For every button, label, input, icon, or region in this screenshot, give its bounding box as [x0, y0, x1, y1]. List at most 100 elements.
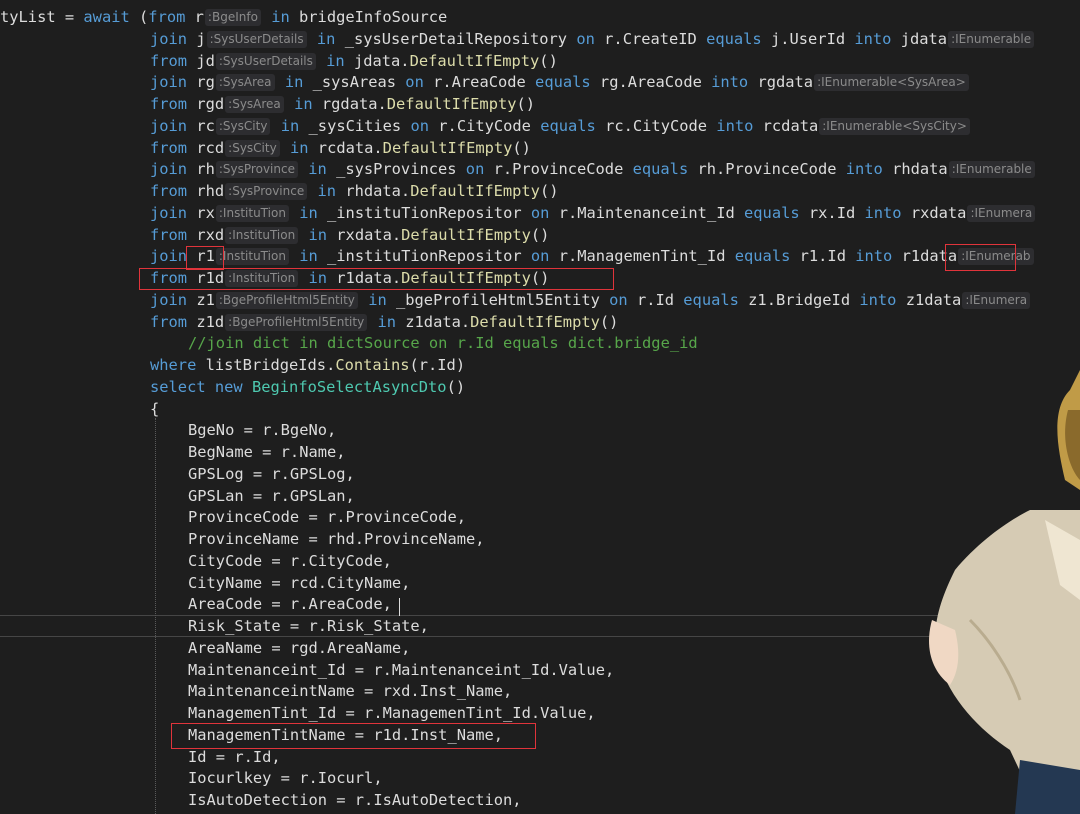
code-token: ManagemenTint_Id = r.ManagemenTint_Id.Va…	[188, 704, 596, 722]
code-token: in	[368, 290, 387, 309]
code-token: equals	[683, 290, 739, 309]
code-line[interactable]: Maintenanceint_Id = r.Maintenanceint_Id.…	[188, 659, 614, 681]
code-line[interactable]: //join dict in dictSource on r.Id equals…	[188, 332, 698, 354]
code-token: _sysUserDetailRepository	[335, 29, 577, 48]
inlay-type-hint: :IEnumerable	[948, 161, 1035, 179]
code-token: rh	[187, 160, 215, 179]
code-line[interactable]: CityName = rcd.CityName,	[188, 572, 410, 594]
inlay-type-hint: :BgeProfileHtml5Entity	[225, 313, 368, 331]
code-token: z1	[187, 290, 215, 309]
code-token: ()	[539, 51, 558, 70]
code-token: Iocurlkey = r.Iocurl,	[188, 769, 383, 788]
code-line[interactable]: from rgd:SysArea in rgdata.DefaultIfEmpt…	[150, 93, 535, 115]
inlay-type-hint: :IEnumera	[962, 291, 1031, 309]
code-token: (r.Id)	[409, 356, 466, 374]
code-token: join	[150, 29, 188, 48]
code-token: j	[187, 29, 206, 48]
code-line[interactable]: from rxd:InstituTion in rxdata.DefaultIf…	[150, 224, 549, 246]
code-token: jd	[187, 51, 215, 70]
code-token: ()	[512, 138, 531, 157]
inlay-type-hint: :InstituTion	[215, 204, 289, 222]
code-token: r.ManagemenTint_Id	[549, 247, 735, 266]
code-token: equals	[535, 73, 591, 92]
text-caret	[399, 598, 400, 616]
code-line[interactable]: BgeNo = r.BgeNo,	[188, 419, 336, 441]
inlay-type-hint: :BgeProfileHtml5Entity	[215, 291, 358, 309]
code-token: MaintenanceintName = rxd.Inst_Name,	[188, 682, 513, 701]
code-line[interactable]: join j:SysUserDetails in _sysUserDetailR…	[150, 28, 1035, 50]
code-token: ProvinceName = rhd.ProvinceName,	[188, 530, 485, 548]
code-line[interactable]: where listBridgeIds.Contains(r.Id)	[150, 354, 465, 376]
inlay-type-hint: :SysCity	[225, 139, 280, 157]
code-token: rxdata	[901, 203, 967, 222]
code-token: DefaultIfEmpty	[382, 138, 513, 157]
code-line[interactable]: AreaName = rgd.AreaName,	[188, 637, 410, 659]
code-token: in	[308, 225, 328, 244]
code-token: _instituTionRepositor	[317, 203, 531, 222]
code-token: BeginfoSelectAsyncDto	[251, 377, 447, 396]
code-token: AreaName = rgd.AreaName,	[188, 638, 411, 657]
code-token: r	[185, 8, 204, 26]
code-token: join	[150, 116, 188, 135]
code-line[interactable]: join rc:SysCity in _sysCities on r.CityC…	[150, 115, 971, 137]
code-line[interactable]: Risk_State = r.Risk_State,	[188, 615, 429, 637]
code-line[interactable]: from jd:SysUserDetails in jdata.DefaultI…	[150, 50, 558, 72]
highlight-box-r1	[186, 246, 224, 270]
inlay-type-hint: :IEnumerable<SysCity>	[819, 117, 970, 135]
code-line[interactable]: {	[150, 398, 159, 420]
code-token: r.Maintenanceint_Id	[549, 203, 745, 222]
code-line[interactable]: from rhd:SysProvince in rhdata.DefaultIf…	[150, 180, 558, 202]
code-token: _sysAreas	[303, 73, 406, 92]
code-token: ()	[516, 95, 536, 113]
code-line[interactable]: ManagemenTint_Id = r.ManagemenTint_Id.Va…	[188, 702, 596, 724]
code-line[interactable]: join rx:InstituTion in _instituTionRepos…	[150, 202, 1036, 224]
code-line[interactable]: from rcd:SysCity in rcdata.DefaultIfEmpt…	[150, 137, 531, 159]
code-line[interactable]: from z1d:BgeProfileHtml5Entity in z1data…	[150, 311, 618, 333]
code-token: z1data	[896, 290, 962, 309]
code-editor[interactable]: tyList = await (from r:BgeInfo in bridge…	[0, 0, 1080, 814]
code-line[interactable]: join rg:SysArea in _sysAreas on r.AreaCo…	[150, 71, 970, 93]
code-token: rx	[187, 203, 215, 222]
code-line[interactable]: join rh:SysProvince in _sysProvinces on …	[150, 158, 1036, 180]
code-line[interactable]: tyList = await (from r:BgeInfo in bridge…	[0, 6, 447, 28]
code-token: //join dict in dictSource on r.Id equals…	[188, 334, 698, 353]
code-token: join	[150, 73, 188, 92]
inlay-type-hint: :IEnumerable	[948, 30, 1035, 48]
code-token: {	[150, 399, 160, 418]
code-line[interactable]: ProvinceCode = r.ProvinceCode,	[188, 506, 466, 528]
code-token: z1d	[187, 312, 225, 331]
inlay-type-hint: :SysProvince	[225, 183, 308, 200]
code-line[interactable]: IsAutoDetection = r.IsAutoDetection,	[188, 789, 522, 811]
code-token: in	[280, 116, 300, 135]
code-line[interactable]: ProvinceName = rhd.ProvinceName,	[188, 528, 485, 550]
code-line[interactable]: MaintenanceintName = rxd.Inst_Name,	[188, 680, 512, 702]
code-line[interactable]: CityCode = r.CityCode,	[188, 550, 392, 572]
code-line[interactable]: Iocurlkey = r.Iocurl,	[188, 767, 383, 789]
code-line[interactable]: BegName = r.Name,	[188, 441, 346, 463]
code-token: GPSLog = r.GPSLog,	[188, 464, 355, 483]
code-token: GPSLan = r.GPSLan,	[188, 486, 355, 505]
code-token: await	[83, 8, 130, 26]
code-token: rgdata	[748, 73, 814, 92]
code-line[interactable]: AreaCode = r.AreaCode,	[188, 593, 392, 615]
code-token: ()	[446, 377, 466, 396]
code-token: rgd	[187, 95, 225, 113]
code-token: r1.Id	[790, 247, 856, 266]
code-token: AreaCode = r.AreaCode,	[188, 595, 392, 614]
code-line[interactable]: select new BeginfoSelectAsyncDto()	[150, 376, 465, 398]
code-token: DefaultIfEmpty	[409, 51, 540, 70]
code-line[interactable]: GPSLog = r.GPSLog,	[188, 463, 355, 485]
code-line[interactable]: join z1:BgeProfileHtml5Entity in _bgePro…	[150, 289, 1031, 311]
code-token: new	[214, 377, 243, 396]
code-token: on	[465, 160, 485, 179]
code-token: select	[150, 377, 206, 396]
code-line[interactable]: GPSLan = r.GPSLan,	[188, 485, 355, 507]
code-line[interactable]: join r1:InstituTion in _instituTionRepos…	[150, 245, 1035, 267]
code-token: rcdata	[753, 116, 819, 135]
